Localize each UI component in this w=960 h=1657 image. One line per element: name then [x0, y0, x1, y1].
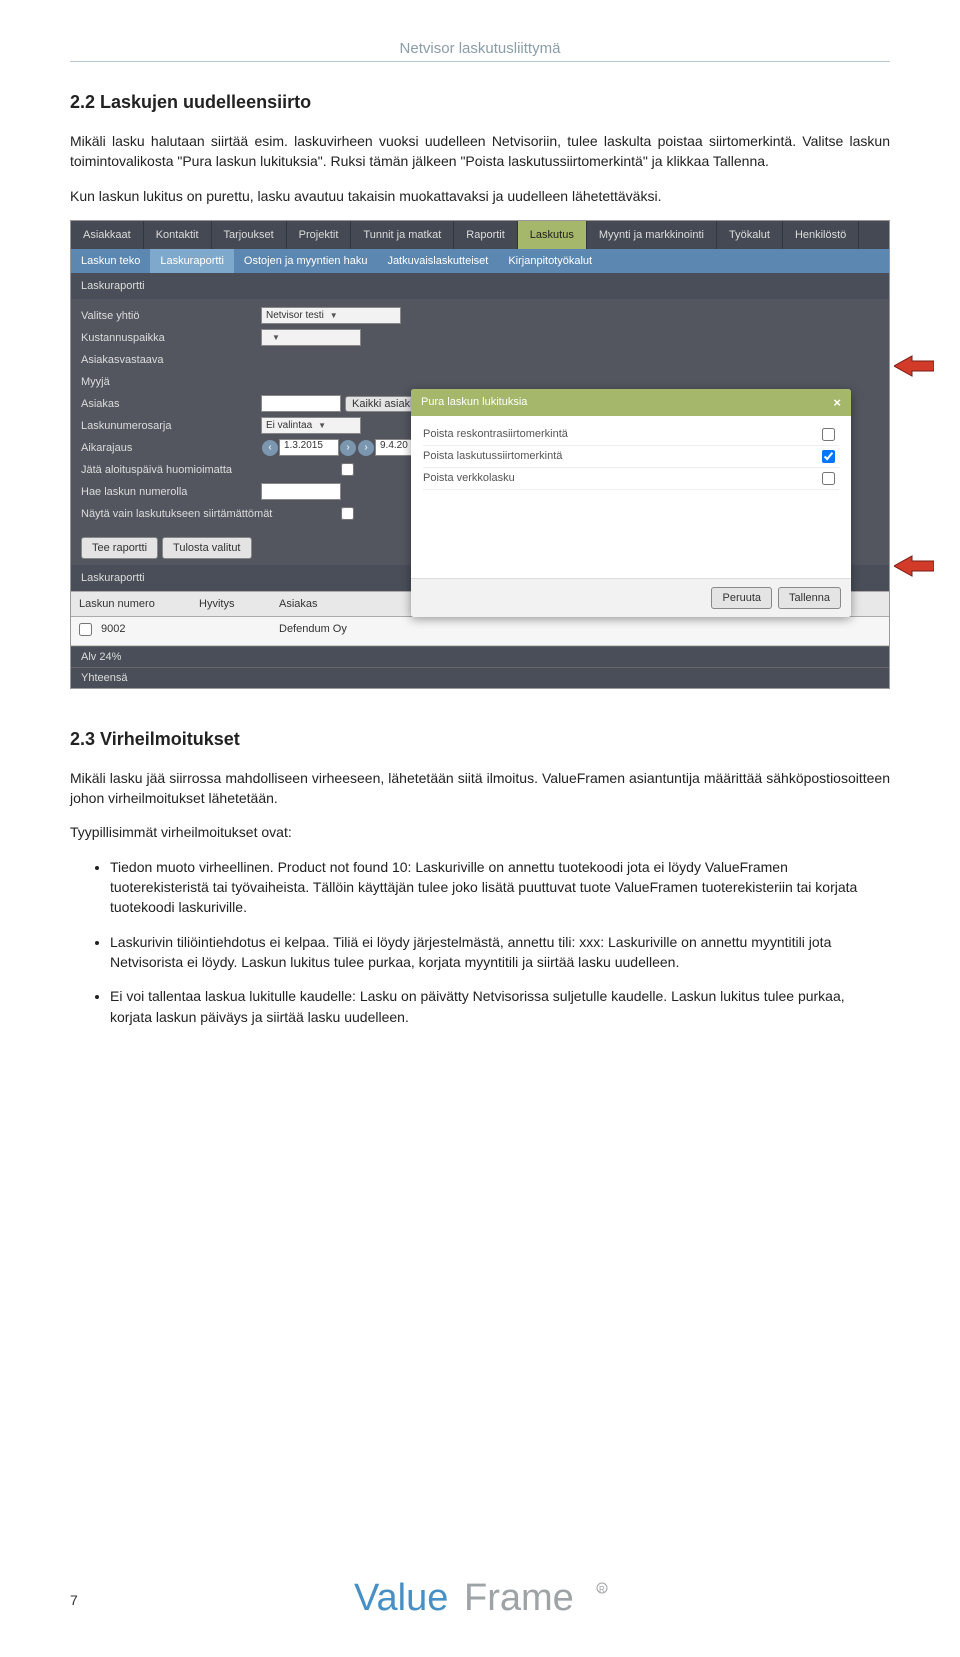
primary-tab[interactable]: Projektit [287, 221, 352, 249]
svg-text:Frame: Frame [464, 1577, 574, 1619]
valitse-yhtio-select[interactable]: Netvisor testi [261, 307, 401, 324]
jata-aloitus-label: Jätä aloituspäivä huomioimatta [81, 464, 341, 476]
nayta-siirtamattomat-label: Näytä vain laskutukseen siirtämättömät [81, 508, 341, 520]
row-checkbox[interactable] [71, 617, 93, 645]
list-item: Tiedon muoto virheellinen. Product not f… [110, 857, 890, 918]
yhteensa-row: Yhteensä [71, 667, 889, 688]
table-footer: Alv 24% Yhteensä [71, 646, 889, 688]
sec22-p1: Mikäli lasku halutaan siirtää esim. lask… [70, 131, 890, 172]
laskunumerosarja-select[interactable]: Ei valintaa [261, 417, 361, 434]
header-title: Netvisor laskutusliittymä [70, 40, 890, 57]
primary-tab[interactable]: Kontaktit [144, 221, 212, 249]
secondary-tab[interactable]: Ostojen ja myyntien haku [234, 249, 378, 273]
sec22-p2: Kun laskun lukitus on purettu, lasku ava… [70, 186, 890, 206]
sec23-p1: Mikäli lasku jää siirrossa mahdolliseen … [70, 768, 890, 809]
hae-numerolla-label: Hae laskun numerolla [81, 486, 261, 498]
table-row[interactable]: 9002 Defendum Oy [71, 617, 889, 646]
primary-tab[interactable]: Raportit [454, 221, 518, 249]
modal-row3-label: Poista verkkolasku [423, 472, 515, 484]
aika-start-input[interactable]: 1.3.2015 [279, 439, 339, 456]
section-2-3-title: 2.3 Virheilmoitukset [70, 729, 890, 750]
asiakas-label: Asiakas [81, 398, 261, 410]
filter-form: Valitse yhtiö Netvisor testi Kustannuspa… [71, 299, 889, 531]
table-cell [191, 617, 271, 645]
table-cell: 9002 [93, 617, 191, 645]
date-next-icon[interactable]: › [340, 440, 356, 456]
panel-title: Laskuraportti [71, 273, 889, 299]
date-prev-icon[interactable]: ‹ [262, 440, 278, 456]
kustannuspaikka-label: Kustannuspaikka [81, 332, 261, 344]
modal-row1-label: Poista reskontrasiirtomerkintä [423, 428, 568, 440]
table-cell [829, 617, 889, 645]
arrow-indicator-2 [894, 554, 934, 578]
nayta-siirtamattomat-checkbox[interactable] [341, 507, 354, 520]
primary-tab[interactable]: Laskutus [518, 221, 587, 249]
primary-tab[interactable]: Henkilöstö [783, 221, 859, 249]
tee-raportti-button[interactable]: Tee raportti [81, 537, 158, 559]
aikarajaus-label: Aikarajaus [81, 442, 261, 454]
valitse-yhtio-label: Valitse yhtiö [81, 310, 261, 322]
cancel-button[interactable]: Peruuta [711, 587, 772, 609]
asiakas-input[interactable] [261, 395, 341, 412]
tulosta-valitut-button[interactable]: Tulosta valitut [162, 537, 251, 559]
table-header-cell[interactable]: Laskun numero [71, 592, 191, 616]
section-2-2-title: 2.2 Laskujen uudelleensiirto [70, 92, 890, 113]
secondary-tabs: Laskun tekoLaskuraporttiOstojen ja myynt… [71, 249, 889, 273]
close-icon[interactable]: × [833, 395, 841, 410]
primary-tab[interactable]: Asiakkaat [71, 221, 144, 249]
primary-tab[interactable]: Myynti ja markkinointi [587, 221, 717, 249]
secondary-tab[interactable]: Laskun teko [71, 249, 150, 273]
alv-row: Alv 24% [71, 646, 889, 667]
save-button[interactable]: Tallenna [778, 587, 841, 609]
primary-tabs: AsiakkaatKontaktitTarjouksetProjektitTun… [71, 221, 889, 249]
table-header-cell[interactable]: Hyvitys [191, 592, 271, 616]
embedded-screenshot: AsiakkaatKontaktitTarjouksetProjektitTun… [70, 220, 890, 689]
table-cell: Defendum Oy [271, 617, 829, 645]
header-rule [70, 61, 890, 62]
modal-title: Pura laskun lukituksia [421, 396, 527, 408]
svg-text:Value: Value [354, 1577, 448, 1619]
reskontra-checkbox[interactable] [822, 428, 835, 441]
date-next2-icon[interactable]: › [358, 440, 374, 456]
list-item: Laskurivin tiliöintiehdotus ei kelpaa. T… [110, 932, 890, 973]
list-item: Ei voi tallentaa laskua lukitulle kaudel… [110, 986, 890, 1027]
unlock-modal: Pura laskun lukituksia × Poista reskontr… [411, 389, 851, 617]
error-list: Tiedon muoto virheellinen. Product not f… [70, 857, 890, 1027]
secondary-tab[interactable]: Jatkuvaislaskutteiset [377, 249, 498, 273]
primary-tab[interactable]: Työkalut [717, 221, 783, 249]
jata-aloitus-checkbox[interactable] [341, 463, 354, 476]
laskunumerosarja-label: Laskunumerosarja [81, 420, 261, 432]
hae-numerolla-input[interactable] [261, 483, 341, 500]
svg-text:R: R [599, 1585, 605, 1594]
verkkolasku-checkbox[interactable] [822, 472, 835, 485]
arrow-indicator-1 [894, 354, 934, 378]
kustannuspaikka-select[interactable] [261, 329, 361, 346]
laskutussiirto-checkbox[interactable] [822, 450, 835, 463]
page-number: 7 [70, 1592, 78, 1608]
sec23-p2: Tyypillisimmät virheilmoitukset ovat: [70, 822, 890, 842]
secondary-tab[interactable]: Kirjanpitotyökalut [498, 249, 602, 273]
primary-tab[interactable]: Tarjoukset [212, 221, 287, 249]
footer-logo: Value Frame R [354, 1572, 614, 1627]
modal-row2-label: Poista laskutussiirtomerkintä [423, 450, 562, 462]
asiakasvastaava-label: Asiakasvastaava [81, 354, 261, 366]
myyja-label: Myyjä [81, 376, 261, 388]
secondary-tab[interactable]: Laskuraportti [150, 249, 234, 273]
primary-tab[interactable]: Tunnit ja matkat [351, 221, 454, 249]
